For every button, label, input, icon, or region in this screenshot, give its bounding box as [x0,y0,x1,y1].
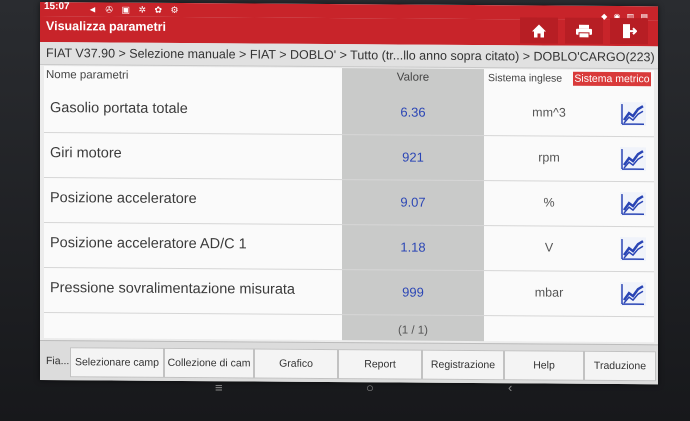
parameter-value: 999 [402,284,424,300]
imperial-units-tab[interactable]: Sistema inglese [488,69,568,88]
tablet-frame: 15:07 ◄ ✇ ▣ ✲ ✿ ⚙ ◆ ◉ ▥ ▤ Visualizza par… [0,0,690,421]
page-indicator: (1 / 1) [397,324,429,337]
parameter-name: Pressione sovralimentazione misurata [50,280,295,298]
table-row[interactable]: Giri motore 921 rpm [44,133,654,183]
parameter-value: 1.18 [400,239,426,255]
table-row[interactable]: Pressione sovralimentazione misurata 999… [44,268,654,318]
metric-units-tab[interactable]: Sistema metrico [573,71,651,87]
exit-button[interactable] [610,17,648,45]
parameter-unit: mm^3 [532,105,566,120]
graph-icon[interactable] [620,237,646,262]
graph-button[interactable]: Grafico [254,348,338,380]
graph-icon[interactable] [620,192,646,217]
parameter-name: Posizione acceleratore [50,190,197,208]
parameter-value: 921 [402,149,424,165]
print-button[interactable] [565,17,603,44]
home-icon [532,23,546,38]
parameter-name: Posizione acceleratore AD/C 1 [50,235,247,253]
status-time: 15:07 [44,2,70,13]
parameter-unit: % [543,195,555,210]
exit-door-icon [623,24,637,39]
header-value: Valore [396,71,430,84]
breadcrumb: FIAT V37.90 > Selezione manuale > FIAT >… [40,42,658,70]
menu-icon[interactable]: ≡ [215,380,223,395]
parameter-unit: rpm [538,150,560,165]
home-button[interactable] [520,17,558,44]
home-circle-icon[interactable]: ○ [366,380,374,395]
bottom-toolbar: Fia... Selezionare camp Collezione di ca… [40,340,658,385]
field-collection-button[interactable]: Collezione di cam [164,347,254,379]
table-row[interactable]: Posizione acceleratore AD/C 1 1.18 V [44,223,654,273]
parameter-name: Gasolio portata totale [50,100,188,118]
table-row[interactable]: Posizione acceleratore 9.07 % [44,178,654,228]
table-row[interactable]: Gasolio portata totale 6.36 mm^3 [44,88,654,138]
graph-icon[interactable] [620,282,646,307]
graph-icon[interactable] [620,102,646,127]
screen: 15:07 ◄ ✇ ▣ ✲ ✿ ⚙ ◆ ◉ ▥ ▤ Visualizza par… [40,2,658,385]
truncated-label: Fia... [46,355,70,368]
parameter-name: Giri motore [50,145,122,162]
select-fields-button[interactable]: Selezionare camp [70,347,164,378]
header-name: Nome parametri [46,69,129,82]
help-button[interactable]: Help [504,350,584,381]
page-title: Visualizza parametri [46,19,166,34]
parameter-table: Nome parametri Valore Sistema inglese Si… [44,66,654,343]
parameter-value: 9.07 [400,194,426,210]
back-icon[interactable]: ‹ [508,380,512,395]
printer-icon [576,24,592,38]
graph-icon[interactable] [620,147,646,172]
record-button[interactable]: Registrazione [422,349,504,381]
android-nav-bar: ≡ ○ ‹ [0,380,690,400]
report-button[interactable]: Report [338,349,422,380]
parameter-unit: mbar [534,285,564,300]
parameter-value: 6.36 [400,104,426,120]
status-notification-icons: ◄ ✇ ▣ ✲ ✿ ⚙ [88,4,182,15]
parameter-unit: V [544,240,554,255]
translation-button[interactable]: Traduzione [584,350,656,382]
